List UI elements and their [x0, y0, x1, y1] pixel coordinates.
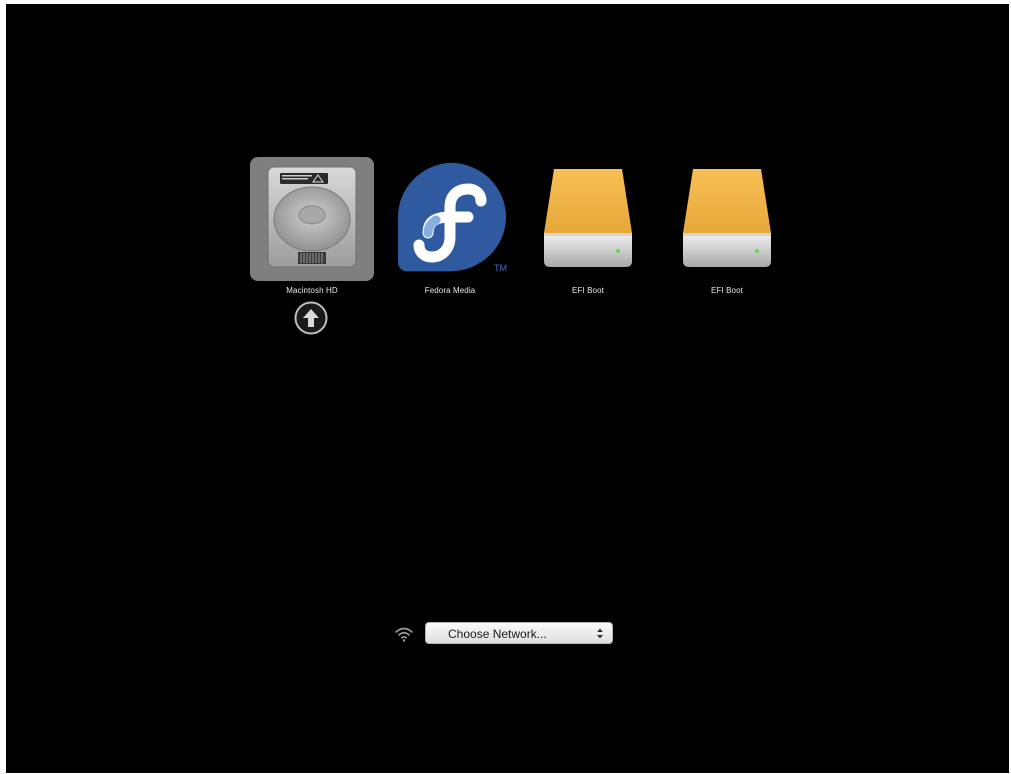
disk-label: EFI Boot — [711, 286, 743, 295]
startup-manager-screen: Macintosh HD TM Fedora Media EFI Boot EF… — [6, 4, 1009, 773]
external-drive-icon — [683, 169, 771, 267]
disk-tile — [665, 157, 789, 281]
disk-label: Macintosh HD — [286, 286, 338, 295]
svg-text:TM: TM — [494, 263, 507, 273]
selection-highlight — [250, 157, 374, 281]
disk-label: Fedora Media — [424, 286, 476, 295]
boot-disk-fedora-media[interactable]: TM Fedora Media — [388, 157, 512, 296]
updown-chevron-icon — [597, 628, 603, 639]
disk-label: EFI Boot — [572, 286, 604, 295]
external-drive-icon — [544, 169, 632, 267]
boot-disk-efi-boot-1[interactable]: EFI Boot — [526, 157, 650, 296]
boot-disk-macintosh-hd[interactable]: Macintosh HD — [250, 157, 374, 296]
wifi-icon — [395, 627, 413, 642]
up-arrow-circle-icon — [294, 301, 328, 335]
disk-tile: TM — [388, 157, 512, 281]
disk-tile — [526, 157, 650, 281]
choose-network-popup[interactable]: Choose Network... — [425, 622, 613, 644]
network-select-value: Choose Network... — [448, 627, 547, 641]
internal-hard-drive-icon — [267, 166, 357, 268]
boot-arrow-button[interactable] — [294, 301, 328, 335]
fedora-logo-icon: TM — [397, 162, 507, 273]
boot-disk-efi-boot-2[interactable]: EFI Boot — [665, 157, 789, 296]
